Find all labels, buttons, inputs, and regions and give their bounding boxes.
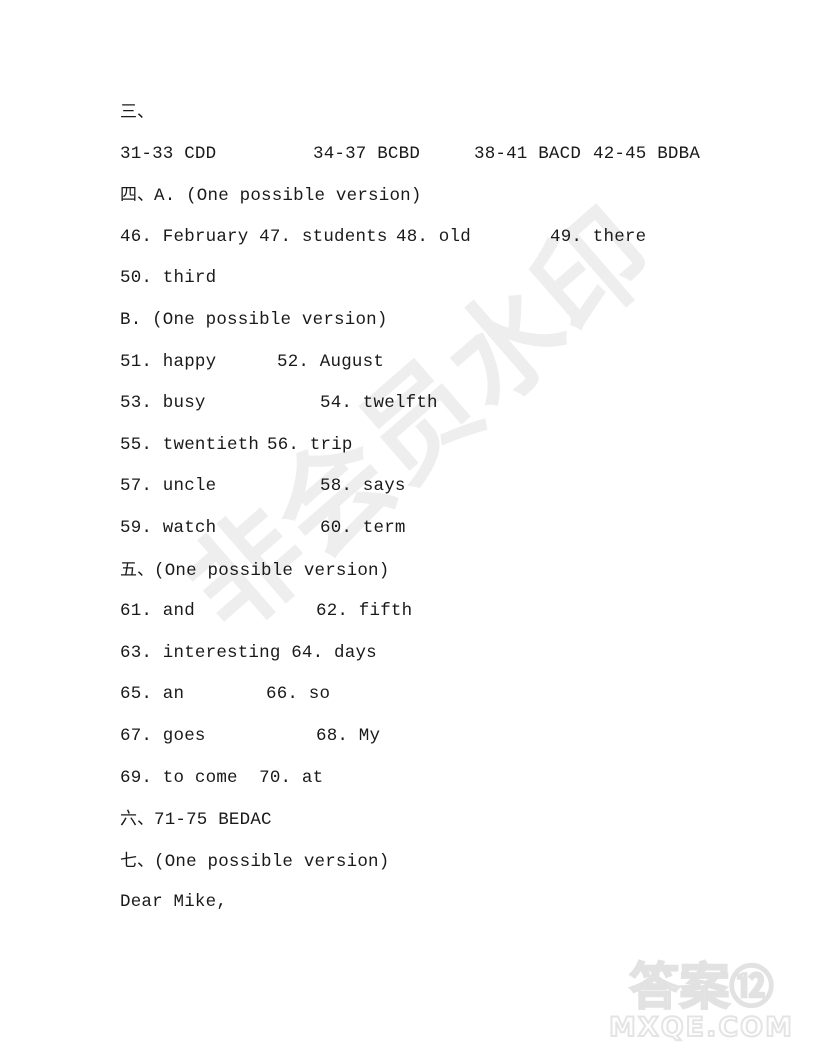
answer-key-page: 非会员水印 三、 31-33 CDD 34-37 BCBD 38-41 BACD 42-… bbox=[0, 0, 816, 1056]
answer-segment: 59. watch bbox=[120, 517, 217, 538]
section-heading-cjk: 四、 bbox=[120, 185, 154, 206]
answer-segment: 50. third bbox=[120, 268, 217, 289]
answer-line: 53. busy 54. twelfth bbox=[120, 383, 780, 425]
answer-segment: Dear Mike, bbox=[120, 892, 228, 913]
answer-segment: 46. February 47. students bbox=[120, 226, 388, 247]
answer-line: 31-33 CDD 34-37 BCBD 38-41 BACD 42-45 BDBA bbox=[120, 134, 780, 176]
section-heading-latin: (One possible version) bbox=[154, 851, 390, 872]
answer-segment: 38-41 BACD bbox=[474, 143, 582, 164]
section-heading: 四、A. (One possible version) bbox=[120, 175, 780, 217]
answer-line: 61. and 62. fifth bbox=[120, 591, 780, 633]
section-heading: 七、(One possible version) bbox=[120, 841, 780, 883]
answer-segment: 61. and bbox=[120, 601, 195, 622]
section-heading: 六、71-75 BEDAC bbox=[120, 799, 780, 841]
answer-line: 46. February 47. students 48. old 49. ther… bbox=[120, 217, 780, 259]
answer-segment: 62. fifth bbox=[316, 601, 413, 622]
section-heading: 五、(One possible version) bbox=[120, 550, 780, 592]
answer-line: Dear Mike, bbox=[120, 882, 780, 924]
brand-logo-domain: MXQE.COM bbox=[608, 1011, 794, 1043]
answer-line: 51. happy 52. August bbox=[120, 342, 780, 384]
answer-segment: 58. says bbox=[320, 476, 406, 497]
answer-segment: 60. term bbox=[320, 517, 406, 538]
brand-logo-chinese: 答案⑫ bbox=[609, 960, 794, 1013]
answer-segment: 68. My bbox=[316, 725, 381, 746]
section-heading-latin: 71-75 BEDAC bbox=[154, 810, 272, 831]
answer-segment: 65. an bbox=[120, 684, 185, 705]
answer-segment: 52. August bbox=[277, 351, 385, 372]
answer-segment: 69. to come 70. at bbox=[120, 767, 324, 788]
brand-logo: 答案⑫ MXQE.COM bbox=[608, 960, 794, 1043]
answer-segment: 55. twentieth bbox=[120, 434, 260, 455]
answer-key-body: 三、 31-33 CDD 34-37 BCBD 38-41 BACD 42-45 BDB… bbox=[120, 92, 780, 924]
brand-logo-chinese-text: 答案 bbox=[629, 957, 731, 1016]
answer-line: 63. interesting 64. days bbox=[120, 633, 780, 675]
answer-line: 65. an 66. so bbox=[120, 674, 780, 716]
section-heading-cjk: 七、 bbox=[120, 850, 154, 871]
answer-segment: 54. twelfth bbox=[320, 393, 438, 414]
answer-segment: 63. interesting 64. days bbox=[120, 642, 377, 663]
answer-segment: 49. there bbox=[550, 226, 647, 247]
answer-line: 50. third bbox=[120, 258, 780, 300]
section-heading: B. (One possible version) bbox=[120, 309, 388, 330]
answer-segment: 57. uncle bbox=[120, 476, 217, 497]
section-heading-cjk: 六、 bbox=[120, 809, 154, 830]
answer-segment: 48. old bbox=[396, 226, 471, 247]
answer-line: 55. twentieth 56. trip bbox=[120, 425, 780, 467]
answer-segment: 34-37 BCBD bbox=[313, 143, 421, 164]
answer-segment: 67. goes bbox=[120, 725, 206, 746]
section-heading-latin: A. (One possible version) bbox=[154, 186, 422, 207]
answer-segment: 53. busy bbox=[120, 393, 206, 414]
answer-line: 59. watch 60. term bbox=[120, 508, 780, 550]
answer-line: 69. to come 70. at bbox=[120, 758, 780, 800]
brand-logo-circled-mark: ⑫ bbox=[729, 961, 775, 1013]
answer-segment: 31-33 CDD bbox=[120, 143, 217, 164]
answer-segment: 42-45 BDBA bbox=[593, 143, 701, 164]
answer-segment: 56. trip bbox=[267, 434, 353, 455]
section-heading-cjk: 三、 bbox=[120, 102, 154, 122]
section-heading: 三、 bbox=[120, 92, 780, 134]
answer-line: 67. goes 68. My bbox=[120, 716, 780, 758]
answer-segment: 51. happy bbox=[120, 351, 217, 372]
answer-line: 57. uncle 58. says bbox=[120, 466, 780, 508]
section-heading-cjk: 五、 bbox=[120, 559, 154, 580]
section-heading-latin: (One possible version) bbox=[154, 560, 390, 581]
answer-segment: 66. so bbox=[266, 684, 331, 705]
